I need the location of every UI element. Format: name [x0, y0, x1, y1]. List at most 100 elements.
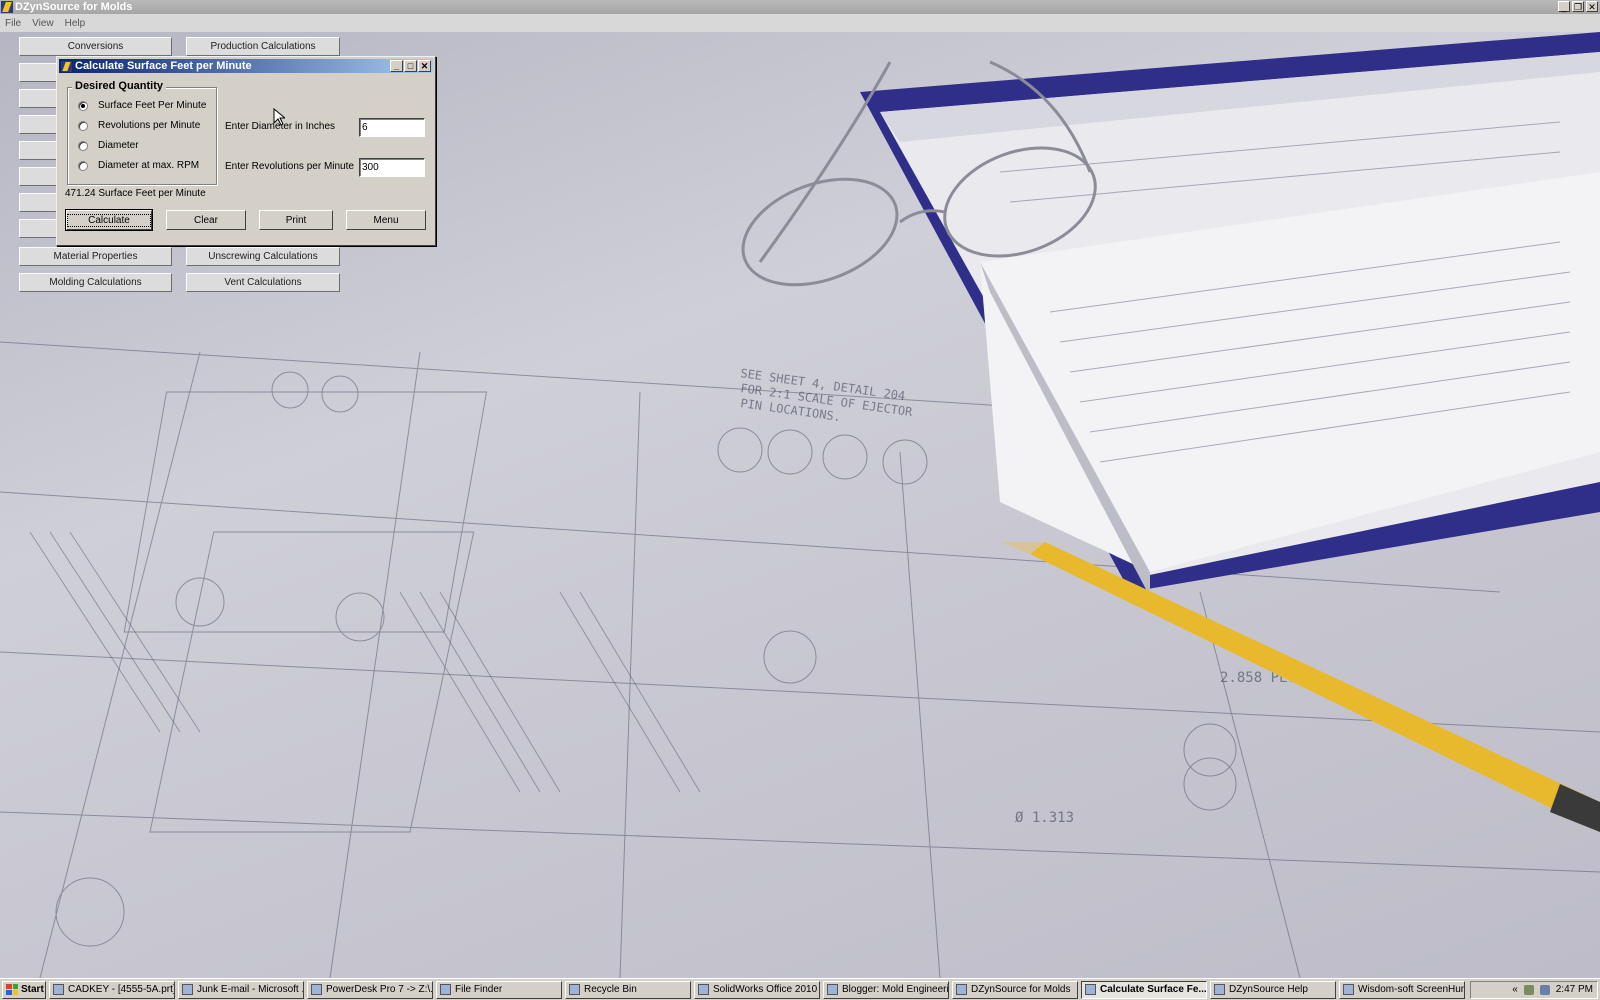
- task-app-icon: [1214, 984, 1225, 995]
- radio-rpm[interactable]: Revolutions per Minute: [78, 120, 200, 131]
- group-label: Desired Quantity: [72, 80, 167, 92]
- hidden-button-6[interactable]: [19, 193, 59, 212]
- clear-button[interactable]: Clear: [166, 210, 246, 230]
- menu-help[interactable]: Help: [60, 18, 92, 29]
- window-controls: _ ❐ ✕: [1558, 1, 1598, 12]
- radio-diameter-max-rpm[interactable]: Diameter at max. RPM: [78, 160, 199, 171]
- taskbar-item[interactable]: Junk E-mail - Microsoft ...: [178, 980, 304, 999]
- taskbar-item[interactable]: PowerDesk Pro 7 -> Z:\...: [307, 980, 433, 999]
- radio-button[interactable]: [78, 160, 88, 171]
- hidden-button-1[interactable]: [19, 63, 59, 82]
- dialog-window-controls: _ □ ✕: [390, 60, 431, 72]
- radio-button-checked[interactable]: [78, 100, 88, 111]
- task-app-icon: [440, 984, 451, 995]
- taskbar-item[interactable]: Recycle Bin: [565, 980, 691, 999]
- task-app-icon: [956, 984, 967, 995]
- start-button[interactable]: Start: [2, 980, 46, 999]
- restore-icon[interactable]: ❐: [1572, 1, 1584, 12]
- radio-label: Diameter at max. RPM: [98, 160, 200, 171]
- taskbar-item[interactable]: File Finder: [436, 980, 562, 999]
- dialog-title: Calculate Surface Feet per Minute: [75, 60, 252, 72]
- taskbar-item[interactable]: Calculate Surface Fe...: [1081, 980, 1207, 999]
- result-readout: 471.24 Surface Feet per Minute: [65, 188, 206, 199]
- hidden-button-2[interactable]: [19, 89, 59, 108]
- radio-button[interactable]: [78, 120, 88, 131]
- system-tray: « 2:47 PM: [1470, 980, 1598, 999]
- conversions-button[interactable]: Conversions: [19, 37, 172, 56]
- material-properties-button[interactable]: Material Properties: [19, 247, 172, 266]
- taskbar-item[interactable]: CADKEY - [4555-5A.prt]: [49, 980, 175, 999]
- calculate-button[interactable]: Calculate: [65, 209, 153, 231]
- radio-label: Surface Feet Per Minute: [98, 100, 207, 111]
- unscrewing-calculations-button[interactable]: Unscrewing Calculations: [186, 247, 340, 266]
- taskbar-item-label: CADKEY - [4555-5A.prt]: [68, 984, 175, 995]
- taskbar-item-label: Recycle Bin: [584, 984, 637, 995]
- close-icon[interactable]: ✕: [1586, 1, 1598, 12]
- desired-quantity-group: Desired Quantity Surface Feet Per Minute…: [67, 80, 217, 185]
- vent-calculations-button[interactable]: Vent Calculations: [186, 273, 340, 292]
- taskbar-item[interactable]: SolidWorks Office 2010: [694, 980, 820, 999]
- task-app-icon: [827, 984, 838, 995]
- app-title: DZynSource for Molds: [15, 1, 133, 13]
- dialog-maximize-icon[interactable]: □: [404, 60, 417, 72]
- mouse-cursor-icon: [273, 108, 285, 126]
- windows-logo-icon: [6, 984, 18, 995]
- task-app-icon: [1085, 984, 1096, 995]
- tray-app-icon[interactable]: [1523, 984, 1534, 995]
- svg-text:Ø 1.313: Ø 1.313: [1015, 810, 1074, 826]
- dialog-app-icon: [61, 60, 72, 72]
- calculate-button-label: Calculate: [67, 213, 151, 227]
- rpm-input[interactable]: 300: [359, 158, 425, 177]
- rpm-label: Enter Revolutions per Minute: [225, 161, 354, 172]
- task-list: CADKEY - [4555-5A.prt] Junk E-mail - Micr…: [46, 980, 1465, 999]
- dialog-minimize-icon[interactable]: _: [390, 60, 403, 72]
- radio-button[interactable]: [78, 140, 88, 151]
- taskbar: Start CADKEY - [4555-5A.prt] Junk E-mail …: [0, 978, 1600, 1000]
- hidden-button-5[interactable]: [19, 167, 59, 186]
- result-value: 471.24: [65, 188, 96, 199]
- surface-feet-dialog: Calculate Surface Feet per Minute _ □ ✕ …: [56, 56, 436, 246]
- taskbar-item-label: Calculate Surface Fe...: [1100, 984, 1207, 995]
- task-app-icon: [53, 984, 64, 995]
- diameter-input[interactable]: 6: [359, 118, 425, 137]
- result-unit: Surface Feet per Minute: [98, 188, 206, 199]
- taskbar-item-label: PowerDesk Pro 7 -> Z:\...: [326, 984, 433, 995]
- tray-expand-icon[interactable]: «: [1512, 984, 1518, 995]
- task-app-icon: [1343, 984, 1354, 995]
- dialog-close-icon[interactable]: ✕: [418, 60, 431, 72]
- taskbar-item-label: File Finder: [455, 984, 503, 995]
- molding-calculations-button[interactable]: Molding Calculations: [19, 273, 172, 292]
- task-app-icon: [182, 984, 193, 995]
- menu-file[interactable]: File: [0, 18, 27, 29]
- menu-view[interactable]: View: [27, 18, 60, 29]
- task-app-icon: [311, 984, 322, 995]
- start-label: Start: [21, 984, 44, 995]
- taskbar-item[interactable]: DZynSource for Molds: [952, 980, 1078, 999]
- menu-button[interactable]: Menu: [346, 210, 426, 230]
- taskbar-item[interactable]: Wisdom-soft ScreenHun...: [1339, 980, 1465, 999]
- radio-surface-feet[interactable]: Surface Feet Per Minute: [78, 100, 206, 111]
- menu-bar: File View Help: [0, 14, 1600, 32]
- taskbar-item-label: Blogger: Mold Engineeri...: [842, 984, 949, 995]
- task-app-icon: [569, 984, 580, 995]
- taskbar-item-label: DZynSource for Molds: [971, 984, 1071, 995]
- taskbar-item-label: Junk E-mail - Microsoft ...: [197, 984, 304, 995]
- clock: 2:47 PM: [1555, 984, 1593, 995]
- radio-diameter[interactable]: Diameter: [78, 140, 139, 151]
- app-logo-icon: [1, 1, 13, 13]
- radio-label: Revolutions per Minute: [98, 120, 201, 131]
- hidden-button-7[interactable]: [19, 219, 59, 238]
- taskbar-item[interactable]: DZynSource Help: [1210, 980, 1336, 999]
- minimize-icon[interactable]: _: [1558, 1, 1570, 12]
- taskbar-item[interactable]: Blogger: Mold Engineeri...: [823, 980, 949, 999]
- taskbar-item-label: Wisdom-soft ScreenHun...: [1358, 984, 1465, 995]
- tray-search-icon[interactable]: [1539, 984, 1550, 995]
- hidden-button-3[interactable]: [19, 115, 59, 134]
- print-button[interactable]: Print: [259, 210, 333, 230]
- radio-label: Diameter: [98, 140, 139, 151]
- dialog-titlebar[interactable]: Calculate Surface Feet per Minute _ □ ✕: [59, 59, 433, 73]
- hidden-button-4[interactable]: [19, 141, 59, 160]
- app-titlebar: DZynSource for Molds _ ❐ ✕: [0, 0, 1600, 14]
- production-calculations-button[interactable]: Production Calculations: [186, 37, 340, 56]
- taskbar-item-label: DZynSource Help: [1229, 984, 1308, 995]
